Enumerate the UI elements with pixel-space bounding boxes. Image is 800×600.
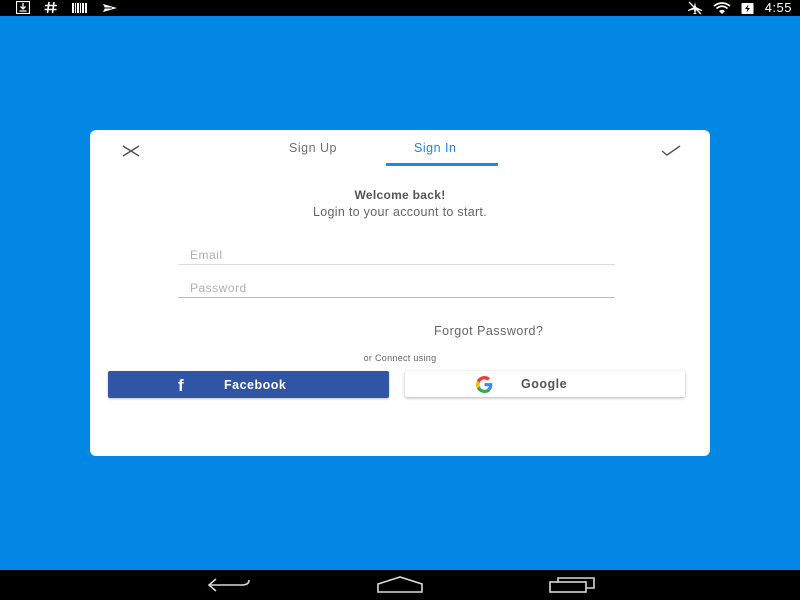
status-clock: 4:55 xyxy=(764,0,792,15)
barcode-icon xyxy=(72,2,88,14)
google-button-label: Google xyxy=(521,377,568,391)
tab-sign-up[interactable]: Sign Up xyxy=(289,141,337,155)
welcome-title: Welcome back! xyxy=(354,188,446,202)
email-field-container xyxy=(178,246,627,265)
home-icon[interactable] xyxy=(376,576,424,599)
status-bar: 4:55 xyxy=(0,0,800,16)
password-field[interactable] xyxy=(178,279,627,297)
back-icon[interactable] xyxy=(206,576,252,599)
tab-sign-in[interactable]: Sign In xyxy=(414,141,456,155)
email-field[interactable] xyxy=(178,246,627,264)
download-icon xyxy=(16,1,30,14)
navigation-bar xyxy=(0,570,800,600)
recents-icon[interactable] xyxy=(548,576,596,599)
airplane-mode-icon xyxy=(687,1,703,15)
hash-icon xyxy=(44,1,58,14)
or-connect-label: or Connect using xyxy=(363,353,437,363)
facebook-button-label: Facebook xyxy=(224,378,287,392)
airplane-notification-icon xyxy=(102,2,118,14)
close-icon[interactable] xyxy=(120,140,142,162)
wifi-icon xyxy=(713,1,731,15)
google-login-button[interactable]: Google xyxy=(405,371,685,397)
welcome-subtitle: Login to your account to start. xyxy=(313,205,487,219)
forgot-password-link[interactable]: Forgot Password? xyxy=(434,324,543,338)
check-icon[interactable] xyxy=(660,140,682,162)
facebook-login-button[interactable]: f Facebook xyxy=(108,371,389,398)
battery-charging-icon xyxy=(741,2,755,15)
password-field-container xyxy=(178,279,627,298)
active-tab-indicator xyxy=(386,163,498,166)
facebook-icon: f xyxy=(178,376,184,395)
sign-in-dialog: Sign Up Sign In Welcome back! Login to y… xyxy=(90,130,710,456)
google-icon xyxy=(476,376,493,393)
